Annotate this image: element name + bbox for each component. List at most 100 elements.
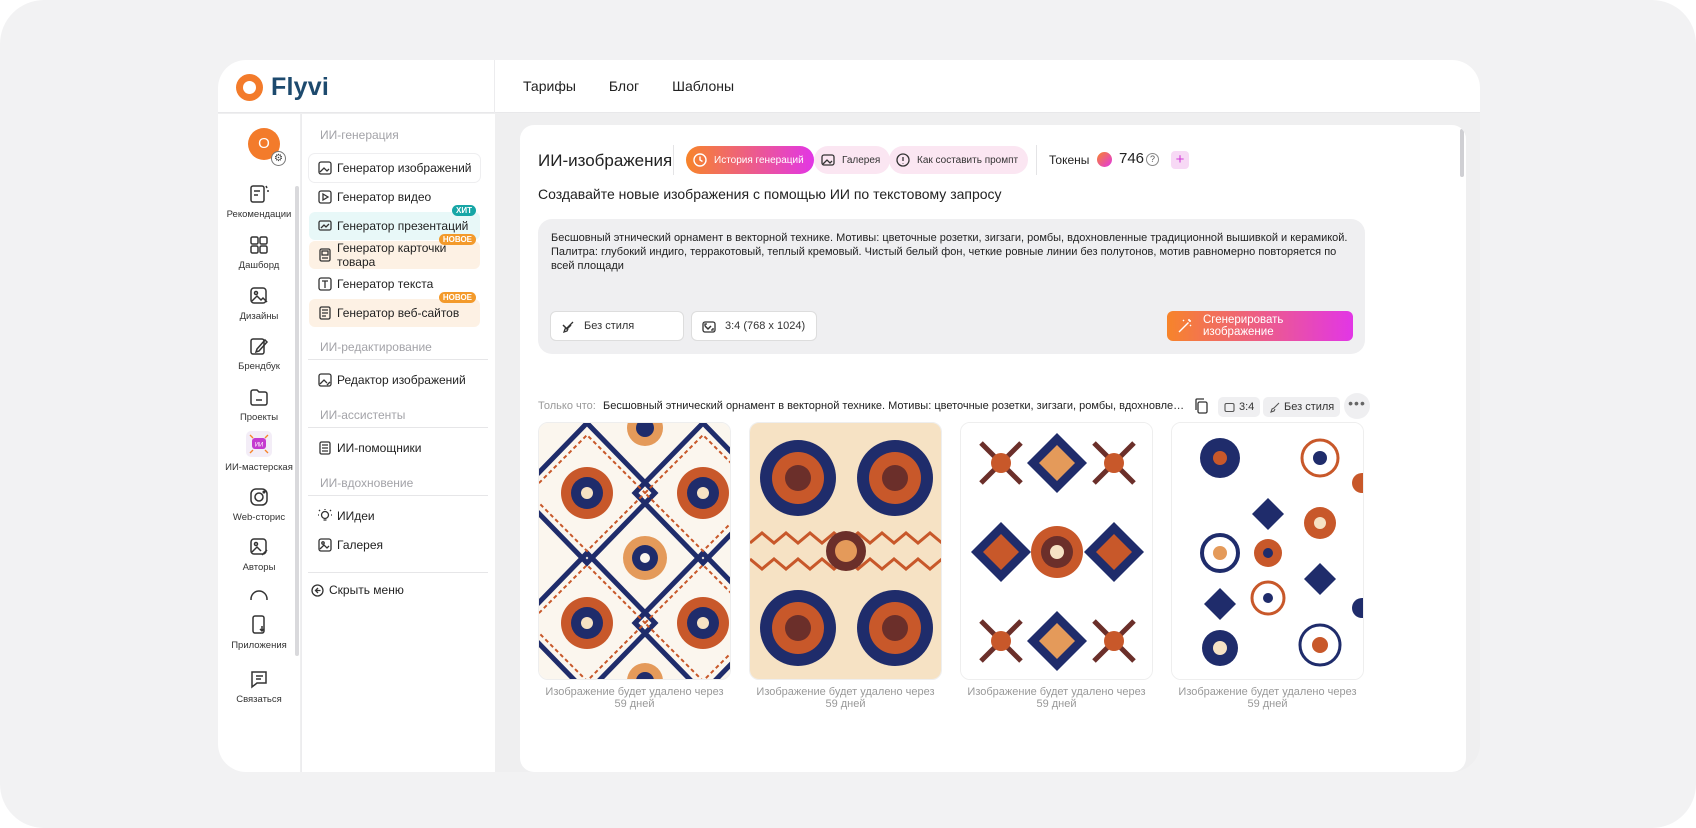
history-chip[interactable]: История генераций — [686, 146, 814, 174]
group-ai-assistants: ИИ-ассистенты — [320, 408, 406, 422]
rail-item-brandbook[interactable]: Брендбук — [218, 335, 300, 372]
header-divider — [1036, 145, 1037, 175]
top-bar: Flyvi Тарифы Блог Шаблоны — [218, 60, 1480, 113]
prompt-textarea[interactable]: Бесшовный этнический орнамент в векторно… — [551, 231, 1351, 273]
menu-item-website-generator[interactable]: Генератор веб-сайтов НОВОЕ — [309, 292, 480, 327]
help-icon[interactable]: ? — [1146, 153, 1159, 166]
product-card-icon — [319, 248, 331, 262]
main-scrollbar[interactable] — [1460, 129, 1464, 177]
lightbulb-icon — [318, 509, 332, 521]
recent-label: Только что: — [538, 400, 596, 412]
settings-gear-icon[interactable]: ⚙ — [271, 151, 286, 166]
group-ai-inspiration: ИИ-вдохновение — [320, 476, 414, 490]
menu-item-product-card-generator[interactable]: Генератор карточки товара НОВОЕ — [309, 234, 480, 269]
page-title: ИИ-изображения — [538, 151, 673, 170]
top-nav: Тарифы Блог Шаблоны — [523, 78, 734, 94]
image-editor-icon — [318, 373, 332, 387]
image-1-caption: Изображение будет удалено через 59 дней — [545, 686, 724, 710]
new-badge: НОВОЕ — [438, 234, 476, 245]
icon-rail: O ⚙ Рекомендации Дашборд Дизайны Брендбу… — [218, 114, 300, 772]
add-tokens-button[interactable]: + — [1171, 151, 1189, 169]
menu-item-image-editor[interactable]: Редактор изображений — [309, 366, 480, 394]
brandbook-icon — [250, 338, 269, 355]
assistants-icon — [319, 441, 331, 455]
rail-partial-icon — [250, 590, 268, 600]
menu-item-ai-assistants[interactable]: ИИ-помощники — [309, 434, 480, 462]
menu-divider — [308, 427, 488, 428]
recent-generation-bar: Только что: Бесшовный этнический орнамен… — [538, 393, 1372, 419]
ratio-select[interactable]: 3:4 (768 x 1024) — [691, 311, 817, 341]
menu-item-image-generator[interactable]: Генератор изображений — [309, 154, 480, 182]
rail-item-ai-workshop[interactable]: ИИ ИИ-мастерская — [218, 430, 300, 473]
ai-workshop-icon: ИИ — [246, 431, 272, 457]
gallery-chip[interactable]: Галерея — [814, 146, 891, 174]
copy-icon[interactable] — [1193, 397, 1209, 415]
web-stories-icon — [250, 488, 268, 506]
generated-image-3[interactable] — [960, 422, 1153, 680]
video-gen-icon — [318, 190, 332, 204]
arrow-left-circle-icon — [311, 584, 324, 597]
chevron-down-icon — [704, 325, 712, 331]
rail-item-web-stories[interactable]: Web-сторис — [218, 486, 300, 523]
nav-templates[interactable]: Шаблоны — [672, 78, 734, 94]
rail-item-recommendations[interactable]: Рекомендации — [218, 183, 300, 220]
dashboard-icon — [250, 236, 268, 254]
rail-item-dashboard[interactable]: Дашборд — [218, 234, 300, 271]
header-divider — [673, 145, 674, 175]
ornament-image-4 — [1172, 423, 1363, 679]
more-options-button[interactable]: ••• — [1344, 393, 1370, 419]
history-icon — [693, 153, 707, 167]
app-window: Flyvi Тарифы Блог Шаблоны O ⚙ Рекомендац… — [218, 60, 1480, 772]
rail-scrollbar[interactable] — [295, 186, 299, 656]
generated-image-1[interactable] — [538, 422, 731, 680]
menu-divider — [308, 495, 488, 496]
menu-divider — [308, 572, 488, 573]
group-ai-editing: ИИ-редактирование — [320, 340, 432, 354]
prompt-box: Бесшовный этнический орнамент в векторно… — [538, 219, 1365, 354]
info-icon — [896, 153, 910, 167]
text-gen-icon — [318, 277, 332, 291]
ornament-image-2 — [750, 423, 941, 679]
hide-menu-button[interactable]: Скрыть меню — [309, 576, 480, 604]
gallery-icon — [821, 154, 835, 166]
presentation-gen-icon — [318, 220, 332, 231]
menu-item-gallery[interactable]: Галерея — [309, 531, 480, 559]
tokens-label: Токены — [1049, 153, 1090, 167]
designs-icon — [250, 287, 268, 304]
style-pill: Без стиля — [1263, 397, 1341, 417]
rail-item-authors[interactable]: Авторы — [218, 536, 300, 573]
ai-badge-text: ИИ — [255, 443, 264, 449]
chevron-down-icon — [562, 324, 572, 331]
folder-icon — [250, 389, 268, 406]
logo-mark — [236, 74, 263, 101]
rail-item-designs[interactable]: Дизайны — [218, 285, 300, 322]
website-gen-icon — [319, 306, 331, 320]
image-2-caption: Изображение будет удалено через 59 дней — [756, 686, 935, 710]
image-4-caption: Изображение будет удалено через 59 дней — [1178, 686, 1357, 710]
magic-wand-icon — [1178, 319, 1192, 333]
hit-badge: ХИТ — [452, 205, 476, 216]
new-badge: НОВОЕ — [438, 292, 476, 303]
main-panel: ИИ-изображения История генераций Галерея… — [520, 125, 1466, 772]
ornament-image-1 — [539, 423, 730, 679]
page-subtitle: Создавайте новые изображения с помощью И… — [538, 186, 1002, 202]
rail-item-projects[interactable]: Проекты — [218, 386, 300, 423]
menu-item-ideas[interactable]: ИИдеи — [309, 502, 480, 530]
side-menu: ИИ-генерация Генератор изображений Генер… — [301, 114, 495, 772]
nav-blog[interactable]: Блог — [609, 78, 639, 94]
image-3-caption: Изображение будет удалено через 59 дней — [967, 686, 1146, 710]
how-to-prompt-chip[interactable]: Как составить промпт — [889, 146, 1029, 174]
recent-prompt: Бесшовный этнический орнамент в векторно… — [603, 400, 1186, 412]
group-ai-generation: ИИ-генерация — [320, 128, 399, 142]
menu-divider — [308, 359, 488, 360]
generated-image-4[interactable] — [1171, 422, 1364, 680]
rail-item-contact[interactable]: Связаться — [218, 668, 300, 705]
logo[interactable]: Flyvi — [236, 73, 329, 102]
generated-image-2[interactable] — [749, 422, 942, 680]
rail-item-apps[interactable]: Приложения — [218, 614, 300, 651]
ornament-image-3 — [961, 423, 1152, 679]
token-coin-icon — [1097, 152, 1112, 167]
style-select[interactable]: Без стиля — [550, 311, 684, 341]
nav-pricing[interactable]: Тарифы — [523, 78, 576, 94]
generate-image-button[interactable]: Сгенерировать изображение — [1167, 311, 1353, 341]
